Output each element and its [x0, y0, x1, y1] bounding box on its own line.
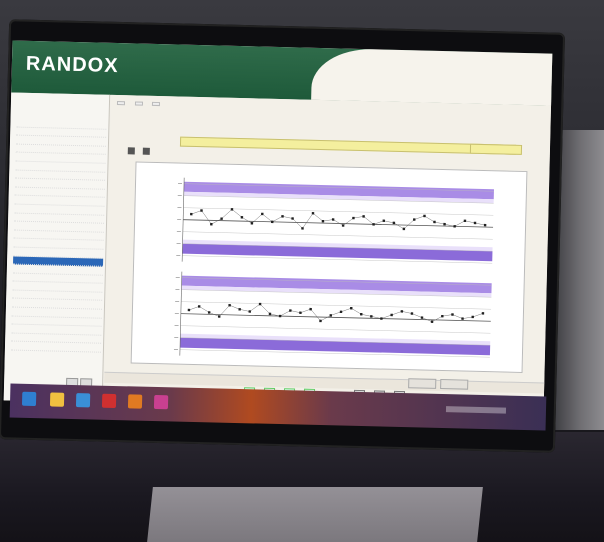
toolbar-print-icon[interactable]: [127, 147, 135, 155]
highlight-bar: [179, 136, 517, 155]
data-point: [372, 223, 375, 226]
data-point: [331, 218, 335, 221]
data-point: [410, 312, 414, 315]
data-point: [481, 312, 485, 315]
header-curve: [311, 47, 553, 107]
tab-bar: [116, 101, 168, 108]
data-point: [451, 313, 454, 316]
qc-chart-svg: [173, 177, 494, 358]
tab-1[interactable]: [116, 101, 126, 106]
data-point: [309, 307, 312, 311]
start-icon[interactable]: [21, 391, 37, 407]
taskbar-clock[interactable]: [538, 405, 540, 412]
sd-line: [180, 313, 491, 322]
data-point: [362, 215, 365, 218]
data-point: [433, 220, 436, 224]
data-point: [258, 302, 262, 306]
data-point: [380, 317, 383, 320]
bottom-button-1[interactable]: [408, 378, 437, 389]
data-point: [430, 320, 434, 323]
data-point: [461, 317, 464, 320]
monitor-brand: [270, 438, 274, 448]
explorer-icon[interactable]: [49, 392, 65, 407]
chart-panel: [130, 161, 528, 374]
data-point: [207, 311, 211, 314]
sd-line: [183, 207, 494, 216]
data-point: [250, 222, 254, 225]
data-point: [453, 225, 456, 228]
sidebar-heading: [11, 92, 109, 100]
data-point: [423, 214, 426, 218]
data-point: [441, 314, 444, 318]
app-logo: RANDOX: [25, 52, 119, 78]
sidebar-item[interactable]: [10, 341, 102, 353]
toolbar-save-icon[interactable]: [142, 147, 150, 155]
data-point: [319, 319, 322, 323]
data-point: [210, 222, 213, 226]
data-point: [341, 224, 345, 227]
data-point: [217, 315, 221, 318]
data-point: [240, 216, 244, 219]
paper-sheet: [147, 487, 483, 542]
data-point: [200, 209, 203, 212]
data-point: [268, 312, 272, 316]
tab-2[interactable]: [134, 101, 143, 106]
data-point: [350, 306, 353, 310]
data-point: [463, 219, 467, 223]
data-point: [301, 227, 304, 230]
data-point: [281, 215, 284, 218]
app-icon-3[interactable]: [153, 394, 169, 410]
series-line: [188, 303, 484, 322]
data-point: [329, 314, 333, 317]
data-point: [471, 315, 474, 319]
chart-toolbar: [127, 147, 156, 157]
data-point: [261, 212, 264, 216]
data-point: [420, 316, 424, 319]
app-icon-1[interactable]: [101, 393, 117, 409]
data-point: [291, 217, 294, 220]
data-point: [230, 208, 234, 211]
data-point: [413, 218, 416, 221]
data-point: [370, 315, 373, 318]
highlight-field[interactable]: [469, 143, 523, 155]
sd-line: [181, 301, 492, 310]
bottom-button-2[interactable]: [440, 379, 469, 390]
sd-line: [180, 325, 491, 334]
data-point: [270, 220, 274, 224]
tab-3[interactable]: [152, 101, 161, 107]
data-point: [187, 308, 191, 312]
data-point: [299, 311, 302, 314]
data-point: [228, 304, 231, 307]
data-point: [473, 221, 477, 225]
data-point: [339, 310, 343, 314]
data-point: [443, 222, 446, 226]
data-point: [400, 310, 404, 313]
sidebar-tree: [10, 118, 107, 353]
data-point: [190, 212, 193, 216]
data-point: [321, 219, 325, 223]
browser-icon[interactable]: [75, 393, 91, 408]
sd-line: [182, 231, 493, 240]
data-point: [392, 221, 396, 225]
app-icon-2[interactable]: [127, 394, 143, 409]
data-point: [352, 216, 355, 220]
data-point: [360, 312, 363, 316]
data-point: [390, 313, 393, 317]
data-point: [248, 310, 251, 313]
monitor-screen: RANDOX: [3, 40, 553, 414]
sidebar: [3, 92, 111, 403]
data-point: [197, 305, 201, 308]
main-panel: [103, 94, 552, 414]
data-point: [483, 223, 487, 227]
system-tray[interactable]: [445, 406, 507, 414]
data-point: [278, 314, 282, 318]
data-point: [402, 227, 406, 231]
data-point: [311, 212, 315, 215]
data-point: [220, 217, 223, 220]
sd-line: [183, 219, 494, 228]
data-point: [238, 308, 241, 311]
data-point: [382, 219, 386, 222]
data-point: [289, 309, 292, 312]
